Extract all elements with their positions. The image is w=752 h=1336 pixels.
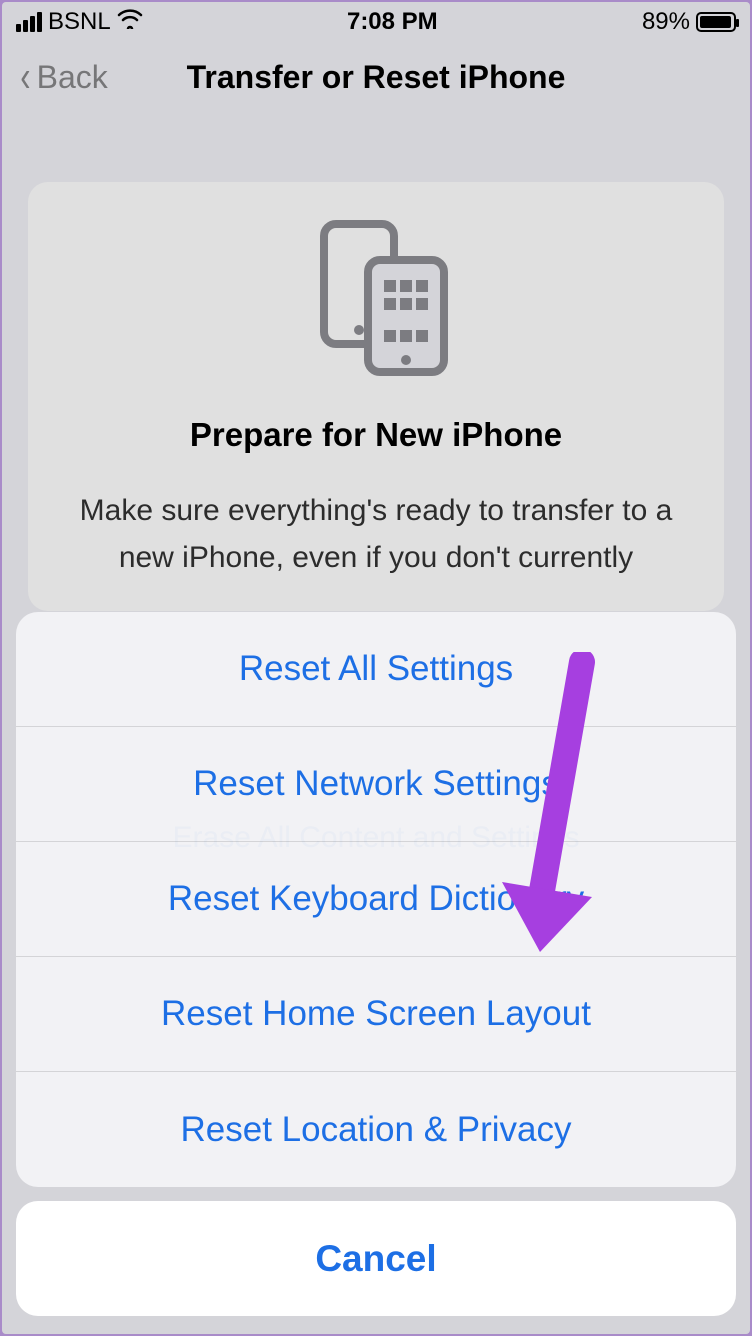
reset-location-privacy-option[interactable]: Reset Location & Privacy [16,1072,736,1187]
reset-home-screen-layout-option[interactable]: Reset Home Screen Layout [16,957,736,1072]
battery-icon [696,12,736,32]
back-button[interactable]: ‹ Back [18,55,108,99]
card-heading: Prepare for New iPhone [58,416,694,454]
card-body: Make sure everything's ready to transfer… [58,488,694,581]
reset-keyboard-dictionary-option[interactable]: Reset Keyboard Dictionary [16,842,736,957]
signal-icon [16,12,42,32]
action-sheet: Reset All Settings Reset Network Setting… [2,612,750,1334]
cancel-button[interactable]: Cancel [16,1201,736,1316]
chevron-left-icon: ‹ [20,55,30,99]
clock-time: 7:08 PM [347,8,438,36]
carrier-label: BSNL [48,8,111,36]
nav-bar: ‹ Back Transfer or Reset iPhone [2,42,750,112]
page-title: Transfer or Reset iPhone [2,59,750,96]
reset-all-settings-option[interactable]: Reset All Settings [16,612,736,727]
two-phones-icon [58,216,694,376]
back-label: Back [37,59,108,96]
wifi-icon [117,8,143,36]
status-bar: BSNL 7:08 PM 89% [2,2,750,42]
prepare-card: Prepare for New iPhone Make sure everyth… [28,182,724,611]
reset-network-settings-option[interactable]: Reset Network Settings [16,727,736,842]
battery-percent: 89% [642,8,690,36]
